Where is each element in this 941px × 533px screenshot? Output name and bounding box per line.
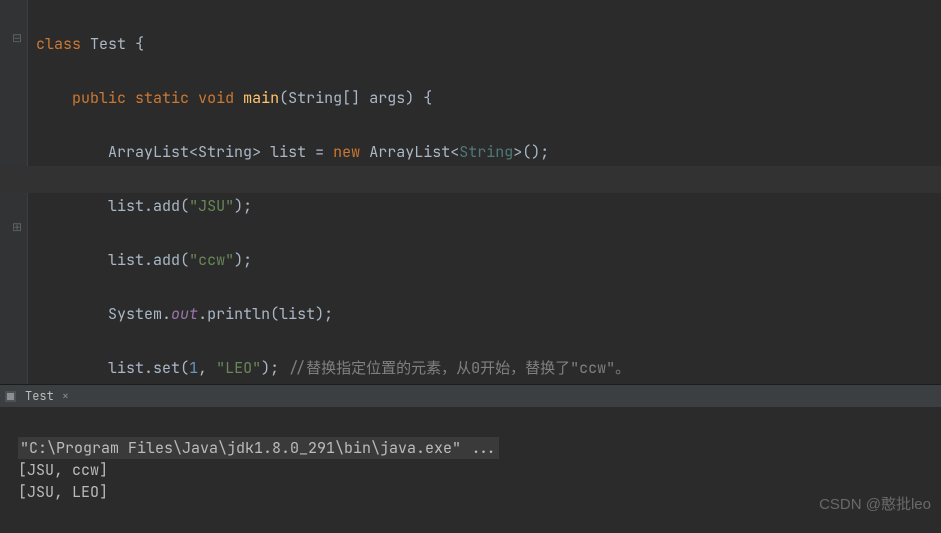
close-icon[interactable]: × [58, 388, 73, 404]
code-line: public static void main(String[] args) { [36, 85, 941, 112]
command-line: "C:\Program Files\Java\jdk1.8.0_291\bin\… [18, 437, 499, 459]
fold-open-icon[interactable]: ⊟ [12, 33, 22, 43]
code-line: class Test { [36, 31, 941, 58]
run-tab-bar: Test × [0, 385, 941, 407]
run-config-icon [4, 390, 17, 403]
run-tab-label[interactable]: Test [21, 388, 58, 404]
code-line: System.out.println(list); [36, 301, 941, 328]
fold-close-icon[interactable]: ⊞ [12, 222, 22, 232]
watermark: CSDN @憨批leo [819, 493, 931, 514]
current-line-highlight [0, 166, 941, 193]
code-editor[interactable]: ⊟ ⊞ class Test { public static void main… [0, 0, 941, 384]
console-output[interactable]: "C:\Program Files\Java\jdk1.8.0_291\bin\… [0, 407, 941, 533]
code-line: list.add("ccw"); [36, 247, 941, 274]
code-line: list.add("JSU"); [36, 193, 941, 220]
output-line: [JSU, LEO] [18, 482, 108, 502]
code-line: ArrayList<String> list = new ArrayList<S… [36, 139, 941, 166]
output-line: [JSU, ccw] [18, 460, 108, 480]
run-tool-window: Test × "C:\Program Files\Java\jdk1.8.0_2… [0, 384, 941, 533]
code-line: list.set(1, "LEO"); //替换指定位置的元素，从0开始，替换了… [36, 355, 941, 382]
